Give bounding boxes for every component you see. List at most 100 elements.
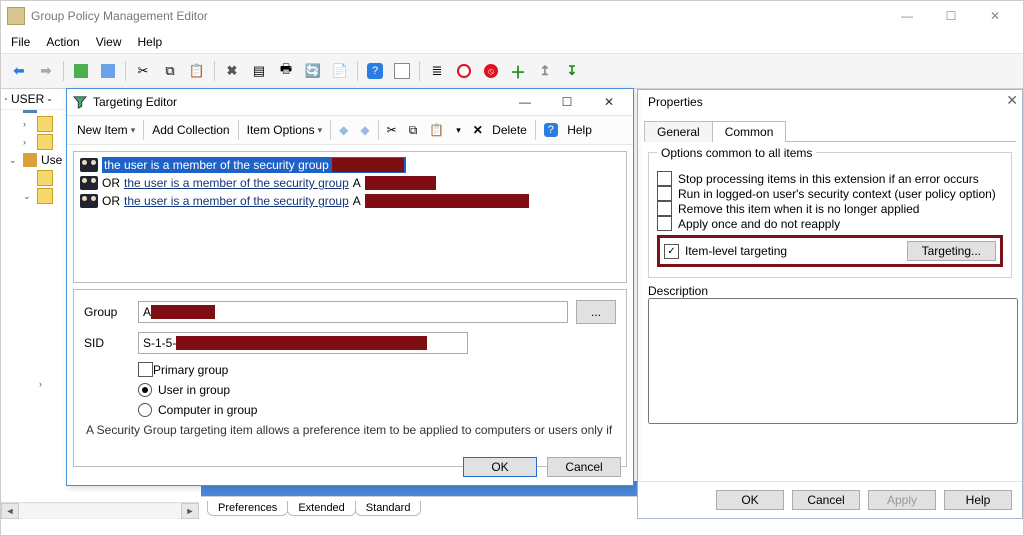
move-down-icon[interactable]: ↧	[560, 59, 584, 83]
properties-buttons: OK Cancel Apply Help	[638, 481, 1022, 518]
minimize-button[interactable]: —	[885, 2, 929, 30]
scroll-left-icon[interactable]: ◄	[1, 503, 19, 519]
caret-icon[interactable]: ⌄	[9, 155, 19, 166]
rule-row[interactable]: OR the user is a member of the security …	[76, 192, 624, 210]
te-delete-button[interactable]: ✕ Delete	[469, 121, 531, 139]
stop-red-icon[interactable]	[452, 59, 476, 83]
tree-root-label: USER -	[11, 92, 52, 106]
tab-standard[interactable]: Standard	[355, 501, 422, 516]
lbl-user-in-group: User in group	[158, 383, 230, 397]
props-apply-button[interactable]: Apply	[868, 490, 936, 510]
te-minimize-button[interactable]: —	[507, 91, 543, 113]
rule-properties: Group A_________ ... SID S-1-5-_________…	[73, 289, 627, 467]
chk-stop[interactable]	[657, 171, 672, 186]
nav-forward-icon[interactable]: ➡	[34, 59, 58, 83]
radio-computer-in-group[interactable]	[138, 403, 152, 417]
folder-icon	[37, 188, 53, 204]
delete-icon[interactable]: ✖	[220, 59, 244, 83]
menu-help[interactable]: Help	[138, 35, 163, 49]
te-paste-icon[interactable]: 📋	[425, 121, 448, 139]
chk-apply-once[interactable]	[657, 216, 672, 231]
props-help-button[interactable]: Help	[944, 490, 1012, 510]
chk-primary-group[interactable]	[138, 362, 153, 377]
copy-icon[interactable]: ⧉	[158, 59, 182, 83]
security-group-icon	[80, 176, 98, 190]
sid-input[interactable]: S-1-5-__________________________________…	[138, 332, 468, 354]
add-icon[interactable]: ＋	[506, 59, 530, 83]
caret-icon[interactable]: ›	[23, 137, 33, 147]
close-button[interactable]: ✕	[973, 2, 1017, 30]
help-icon[interactable]: ?	[363, 59, 387, 83]
tab-extended[interactable]: Extended	[287, 501, 355, 516]
props-cancel-button[interactable]: Cancel	[792, 490, 860, 510]
menu-view[interactable]: View	[96, 35, 122, 49]
te-help-button[interactable]: ? Help	[540, 121, 596, 139]
caret-icon[interactable]: ⌄	[23, 191, 33, 202]
lbl-apply-once: Apply once and do not reapply	[678, 217, 840, 231]
tab-common[interactable]: Common	[712, 121, 787, 142]
main-titlebar: Group Policy Management Editor — ☐ ✕	[1, 1, 1023, 31]
security-group-icon	[80, 158, 98, 172]
move-up-icon[interactable]: ↥	[533, 59, 557, 83]
tab-preferences[interactable]: Preferences	[207, 501, 288, 516]
export-icon[interactable]: 📄	[328, 59, 352, 83]
rule-row[interactable]: OR the user is a member of the security …	[76, 174, 624, 192]
cut-icon[interactable]: ✂	[131, 59, 155, 83]
lbl-primary-group: Primary group	[153, 363, 228, 377]
te-cancel-button[interactable]: Cancel	[547, 457, 621, 477]
te-cut-icon[interactable]: ✂	[383, 121, 401, 139]
new-item-menu[interactable]: New Item	[73, 121, 139, 139]
properties-close-icon[interactable]: ✕	[1006, 92, 1018, 109]
scroll-right-icon[interactable]: ►	[181, 503, 199, 519]
browse-group-button[interactable]: ...	[576, 300, 616, 324]
description-input[interactable]	[648, 298, 1018, 424]
targeting-button[interactable]: Targeting...	[907, 241, 996, 261]
tree-node[interactable]: Use	[41, 153, 62, 167]
rule-hint: A Security Group targeting item allows a…	[86, 423, 614, 437]
maximize-button[interactable]: ☐	[929, 2, 973, 30]
group-input[interactable]: A_________	[138, 301, 568, 323]
nav-back-icon[interactable]: ⬅	[7, 59, 31, 83]
te-maximize-button[interactable]: ☐	[549, 91, 585, 113]
app-icon	[7, 7, 25, 25]
te-copy-icon[interactable]: ⧉	[405, 121, 422, 140]
menu-file[interactable]: File	[11, 35, 30, 49]
options-icon[interactable]	[390, 59, 414, 83]
refresh-green-icon[interactable]: 🔄	[301, 59, 325, 83]
move-down-icon[interactable]: ◆	[356, 121, 373, 139]
main-title: Group Policy Management Editor	[31, 9, 208, 23]
chk-item-targeting[interactable]: ✓	[664, 244, 679, 259]
radio-user-in-group[interactable]	[138, 383, 152, 397]
add-collection-button[interactable]: Add Collection	[148, 121, 233, 139]
props-ok-button[interactable]: OK	[716, 490, 784, 510]
te-titlebar: Targeting Editor — ☐ ✕	[67, 89, 633, 115]
paste-dropdown-icon[interactable]: ▾	[452, 123, 465, 138]
targeting-editor-window: Targeting Editor — ☐ ✕ New Item Add Coll…	[66, 88, 634, 486]
show-tree-icon[interactable]	[96, 59, 120, 83]
item-options-menu[interactable]: Item Options	[243, 121, 327, 139]
targeting-rules-list[interactable]: the user is a member of the security gro…	[73, 151, 627, 283]
chk-remove[interactable]	[657, 201, 672, 216]
te-close-button[interactable]: ✕	[591, 91, 627, 113]
sid-label: SID	[84, 336, 138, 350]
lbl-run: Run in logged-on user's security context…	[678, 187, 996, 201]
properties-icon[interactable]: ▤	[247, 59, 271, 83]
list-icon[interactable]: ≣	[425, 59, 449, 83]
group-legend: Options common to all items	[657, 146, 816, 160]
folder-up-icon[interactable]	[69, 59, 93, 83]
tree-hscroll[interactable]: ◄►	[1, 502, 199, 519]
folder-icon	[37, 170, 53, 186]
caret-icon[interactable]: ›	[39, 379, 49, 389]
te-ok-button[interactable]: OK	[463, 457, 537, 477]
rule-row[interactable]: the user is a member of the security gro…	[76, 156, 624, 174]
paste-icon[interactable]: 📋	[185, 59, 209, 83]
te-toolbar: New Item Add Collection Item Options ◆ ◆…	[67, 115, 633, 145]
tab-general[interactable]: General	[644, 121, 713, 142]
print-icon[interactable]: 🖶	[274, 59, 298, 83]
disable-red-icon[interactable]: ⦸	[479, 59, 503, 83]
caret-icon[interactable]: ›	[23, 119, 33, 129]
chk-run[interactable]	[657, 186, 672, 201]
move-up-icon[interactable]: ◆	[335, 121, 352, 139]
menu-action[interactable]: Action	[46, 35, 79, 49]
security-group-icon	[80, 194, 98, 208]
